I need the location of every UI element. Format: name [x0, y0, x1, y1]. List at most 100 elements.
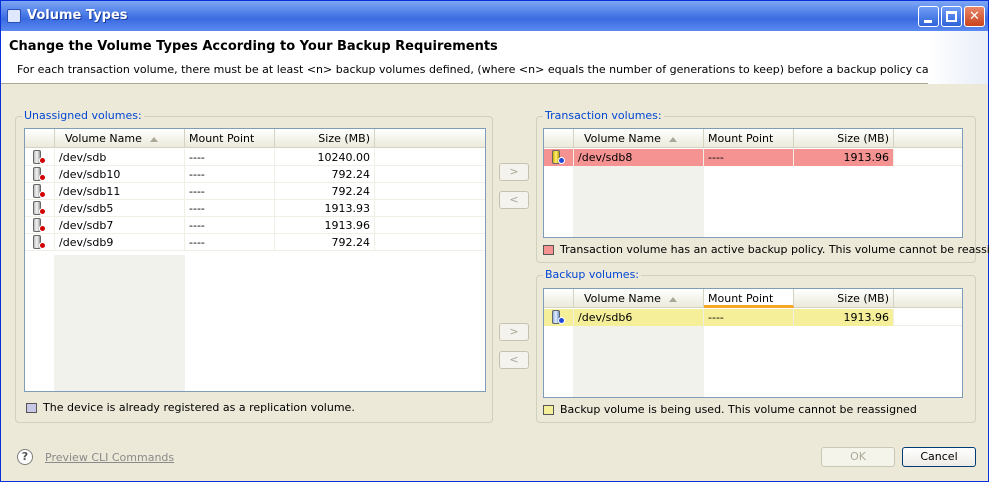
mount-point-cell: ---- [185, 183, 275, 200]
backup-header-volume-name[interactable]: Volume Name [574, 289, 704, 308]
header-title: Change the Volume Types According to You… [9, 39, 498, 54]
volume-name-cell: /dev/sdb5 [55, 200, 185, 217]
size-cell: 792.24 [275, 234, 375, 251]
transaction-volumes-label: Transaction volumes: [543, 109, 664, 122]
info-badge-icon [558, 157, 565, 164]
table-row[interactable]: /dev/sdb6 ---- 1913.96 [544, 309, 962, 326]
dialog-header: Change the Volume Types According to You… [1, 31, 988, 84]
window-title: Volume Types [27, 8, 128, 23]
unassigned-empty-column [54, 255, 185, 391]
app-icon [7, 9, 21, 23]
move-to-transaction-button[interactable]: > [499, 163, 529, 181]
preview-cli-commands-link[interactable]: Preview CLI Commands [45, 451, 174, 464]
unassigned-header-mount-point[interactable]: Mount Point [185, 129, 275, 148]
error-badge-icon [39, 157, 46, 164]
transaction-header-mount-point-text: Mount Point [708, 132, 774, 145]
unassigned-header-volume-name[interactable]: Volume Name [55, 129, 185, 148]
info-badge-icon [558, 317, 565, 324]
unassigned-header-mount-point-text: Mount Point [189, 132, 255, 145]
sort-ascending-icon [149, 136, 158, 142]
transaction-header-icon [544, 129, 574, 148]
mount-point-cell: ---- [185, 149, 275, 166]
unassigned-header-volume-name-text: Volume Name [65, 132, 142, 145]
transaction-legend-swatch [543, 245, 554, 255]
table-row[interactable]: /dev/sdb7 ---- 1913.96 [25, 217, 485, 234]
size-cell: 1913.96 [275, 217, 375, 234]
backup-header-icon [544, 289, 574, 308]
backup-empty-column [573, 326, 704, 397]
sort-ascending-icon [668, 136, 677, 142]
mount-point-cell: ---- [185, 234, 275, 251]
transaction-header-volume-name-text: Volume Name [584, 132, 661, 145]
volume-name-cell: /dev/sdb [55, 149, 185, 166]
header-description: For each transaction volume, there must … [17, 63, 977, 76]
transaction-empty-column [573, 166, 704, 237]
unassigned-volumes-label: Unassigned volumes: [22, 109, 144, 122]
table-row[interactable]: /dev/sdb5 ---- 1913.93 [25, 200, 485, 217]
backup-volumes-group: Backup volumes: Volume Name Mount Point … [536, 268, 976, 423]
cancel-button[interactable]: Cancel [902, 447, 976, 467]
minimize-icon [924, 20, 932, 23]
mount-point-cell: ---- [704, 309, 794, 326]
table-row[interactable]: /dev/sdb11 ---- 792.24 [25, 183, 485, 200]
close-button[interactable]: ✕ [964, 6, 985, 27]
backup-header-size[interactable]: Size (MB) [794, 289, 894, 308]
unassigned-table-header: Volume Name Mount Point Size (MB) [25, 129, 485, 148]
transaction-legend-text: Transaction volume has an active backup … [560, 243, 989, 256]
size-cell: 792.24 [275, 183, 375, 200]
backup-header-size-text: Size (MB) [837, 292, 889, 305]
unassigned-volumes-table[interactable]: Volume Name Mount Point Size (MB) /dev/s… [24, 128, 486, 392]
unassigned-header-icon [25, 129, 55, 148]
size-cell: 1913.93 [275, 200, 375, 217]
backup-legend-swatch [543, 405, 554, 415]
backup-header-mount-point[interactable]: Mount Point [704, 289, 794, 308]
volume-icon-cell [25, 234, 55, 251]
remove-from-transaction-button[interactable]: < [499, 191, 529, 209]
move-to-backup-button[interactable]: > [499, 323, 529, 341]
table-row[interactable]: /dev/sdb ---- 10240.00 [25, 149, 485, 166]
transaction-volumes-table[interactable]: Volume Name Mount Point Size (MB) /dev/s… [543, 128, 963, 238]
backup-legend-text: Backup volume is being used. This volume… [560, 403, 917, 416]
table-row[interactable]: /dev/sdb9 ---- 792.24 [25, 234, 485, 251]
error-badge-icon [39, 242, 46, 249]
backup-volumes-table[interactable]: Volume Name Mount Point Size (MB) /dev/s… [543, 288, 963, 398]
table-row[interactable]: /dev/sdb8 ---- 1913.96 [544, 149, 962, 166]
volume-icon-cell [544, 309, 574, 326]
size-cell: 10240.00 [275, 149, 375, 166]
ok-button[interactable]: OK [821, 447, 895, 467]
help-icon[interactable]: ? [17, 449, 33, 465]
volume-icon-cell [25, 217, 55, 234]
size-cell: 1913.96 [794, 309, 894, 326]
volume-icon-cell [544, 149, 574, 166]
transaction-header-mount-point[interactable]: Mount Point [704, 129, 794, 148]
remove-from-backup-button[interactable]: < [499, 351, 529, 369]
volume-name-cell: /dev/sdb8 [574, 149, 704, 166]
error-badge-icon [39, 174, 46, 181]
title-bar: Volume Types ✕ [1, 1, 988, 31]
maximize-icon [946, 11, 957, 22]
maximize-button[interactable] [941, 6, 962, 27]
volume-icon-cell [25, 183, 55, 200]
transaction-header-volume-name[interactable]: Volume Name [574, 129, 704, 148]
header-decoration [928, 31, 988, 84]
transaction-header-size[interactable]: Size (MB) [794, 129, 894, 148]
unassigned-volumes-group: Unassigned volumes: Volume Name Mount Po… [15, 109, 493, 423]
error-badge-icon [39, 208, 46, 215]
close-icon: ✕ [969, 9, 980, 24]
backup-volumes-label: Backup volumes: [543, 268, 642, 281]
minimize-button[interactable] [918, 6, 939, 27]
backup-header-volume-name-text: Volume Name [584, 292, 661, 305]
volume-name-cell: /dev/sdb10 [55, 166, 185, 183]
table-row[interactable]: /dev/sdb10 ---- 792.24 [25, 166, 485, 183]
volume-types-window: Volume Types ✕ Change the Volume Types A… [0, 0, 989, 482]
transaction-header-size-text: Size (MB) [837, 132, 889, 145]
mount-point-cell: ---- [185, 217, 275, 234]
volume-name-cell: /dev/sdb9 [55, 234, 185, 251]
size-cell: 792.24 [275, 166, 375, 183]
sort-ascending-icon [668, 296, 677, 302]
transaction-table-header: Volume Name Mount Point Size (MB) [544, 129, 962, 148]
mount-point-cell: ---- [704, 149, 794, 166]
unassigned-header-size[interactable]: Size (MB) [275, 129, 375, 148]
transaction-volumes-group: Transaction volumes: Volume Name Mount P… [536, 109, 989, 263]
volume-name-cell: /dev/sdb6 [574, 309, 704, 326]
